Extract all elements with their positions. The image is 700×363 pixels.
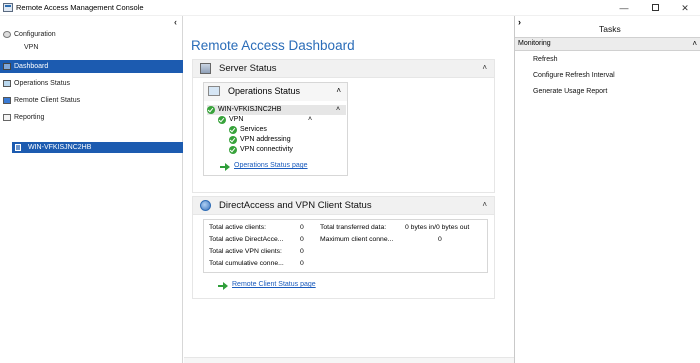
vpn-label: VPN: [229, 116, 244, 123]
gear-icon: [3, 31, 11, 38]
expand-icon[interactable]: ›: [518, 17, 521, 27]
stat-label: Total active VPN clients:: [209, 248, 282, 255]
collapse-icon[interactable]: ˄: [692, 39, 697, 48]
report-icon: [3, 114, 11, 121]
nav-item-label: VPN: [24, 44, 39, 51]
nav-item-label: Operations Status: [14, 80, 71, 87]
server-icon: [15, 144, 21, 151]
operations-status-link[interactable]: Operations Status page: [234, 162, 308, 169]
nav-item-dashboard[interactable]: Dashboard: [0, 60, 183, 73]
collapse-nav-icon[interactable]: ‹: [174, 17, 177, 27]
ok-status-icon: [218, 116, 226, 124]
nav-item-label: Configuration: [14, 31, 56, 38]
server-name: WIN-VFKISJNC2HB: [218, 106, 282, 113]
maximize-icon: [651, 4, 659, 11]
task-refresh[interactable]: Refresh: [533, 56, 558, 63]
tasks-title: Tasks: [599, 24, 621, 34]
stat-value: 0: [300, 248, 304, 255]
task-generate-usage-report[interactable]: Generate Usage Report: [533, 88, 607, 95]
nav-item-label: Reporting: [14, 114, 45, 121]
operations-status-panel: Operations Status ˄ WIN-VFKISJNC2HB ˄ VP…: [203, 82, 348, 176]
stat-label: Total cumulative conne...: [209, 260, 284, 267]
component-row: VPN addressing: [229, 135, 329, 145]
window-title: Remote Access Management Console: [16, 3, 144, 12]
dashboard-pane: Remote Access Dashboard Server Status ˄ …: [184, 16, 514, 363]
collapse-icon[interactable]: ˄: [336, 105, 340, 115]
component-label: VPN addressing: [240, 136, 291, 143]
clients-icon: [3, 97, 11, 104]
tasks-pane: › Tasks Monitoring ˄ Refresh Configure R…: [514, 16, 700, 363]
client-status-card: DirectAccess and VPN Client Status ˄ Tot…: [192, 196, 495, 299]
component-row: Services: [229, 125, 329, 135]
stat-value: 0: [300, 236, 304, 243]
nav-item-reporting[interactable]: Reporting: [0, 111, 183, 124]
nav-item-label: Dashboard: [14, 63, 49, 70]
nav-item-remote-client-status[interactable]: Remote Client Status: [0, 94, 183, 107]
ok-status-icon: [229, 146, 237, 154]
arrow-right-icon: [218, 282, 228, 290]
app-icon: [3, 3, 13, 12]
server-node-label: WIN-VFKISJNC2HB: [28, 144, 92, 151]
component-row: VPN connectivity: [229, 145, 329, 155]
operations-status-header: Operations Status ˄: [204, 83, 347, 101]
client-stats-panel: Total active clients: 0 Total active Dir…: [203, 219, 488, 273]
remote-client-status-link[interactable]: Remote Client Status page: [232, 281, 316, 288]
server-status-title: Server Status: [219, 63, 277, 74]
nav-item-configuration[interactable]: Configuration: [0, 28, 183, 41]
globe-icon: [200, 200, 211, 211]
close-button[interactable]: ✕: [670, 0, 700, 16]
stat-label: Total active clients:: [209, 224, 267, 231]
title-bar: Remote Access Management Console — ✕: [0, 0, 700, 16]
nav-item-vpn[interactable]: VPN: [0, 41, 183, 54]
server-node[interactable]: WIN-VFKISJNC2HB: [12, 142, 183, 153]
client-status-header: DirectAccess and VPN Client Status ˄: [193, 197, 494, 215]
stat-label: Maximum client conne...: [320, 236, 394, 243]
nav-item-operations-status[interactable]: Operations Status: [0, 77, 183, 90]
horizontal-scrollbar[interactable]: [184, 357, 514, 363]
ok-status-icon: [207, 106, 215, 114]
client-status-title: DirectAccess and VPN Client Status: [219, 200, 372, 211]
navigation-pane: ‹ Configuration VPN Dashboard Operations…: [0, 16, 183, 363]
stat-value: 0 bytes in/0 bytes out: [405, 224, 470, 231]
stat-value: 0: [438, 236, 442, 243]
component-label: Services: [240, 126, 267, 133]
ok-status-icon: [229, 126, 237, 134]
page-title: Remote Access Dashboard: [191, 38, 355, 53]
server-status-card: Server Status ˄ Operations Status ˄ WIN-…: [192, 59, 495, 193]
vertical-scrollbar[interactable]: [497, 16, 514, 363]
operations-icon: [208, 86, 220, 96]
collapse-icon[interactable]: ˄: [482, 63, 487, 72]
server-row[interactable]: WIN-VFKISJNC2HB ˄: [207, 105, 346, 115]
server-icon: [200, 63, 211, 74]
ok-status-icon: [229, 136, 237, 144]
operations-icon: [3, 80, 11, 87]
collapse-icon[interactable]: ˄: [308, 115, 312, 125]
stat-value: 0: [300, 224, 304, 231]
maximize-button[interactable]: [640, 0, 670, 16]
vpn-row[interactable]: VPN ˄: [218, 115, 344, 125]
stat-label: Total active DirectAcce...: [209, 236, 284, 243]
arrow-right-icon: [220, 163, 230, 171]
nav-item-label: Remote Client Status: [14, 97, 81, 104]
dashboard-icon: [3, 63, 11, 70]
stat-label: Total transferred data:: [320, 224, 387, 231]
operations-status-title: Operations Status: [228, 86, 301, 96]
monitoring-section[interactable]: Monitoring ˄: [515, 37, 700, 51]
collapse-icon[interactable]: ˄: [336, 86, 341, 95]
task-configure-refresh-interval[interactable]: Configure Refresh Interval: [533, 72, 615, 79]
section-label: Monitoring: [518, 40, 551, 47]
collapse-icon[interactable]: ˄: [482, 200, 487, 209]
stat-value: 0: [300, 260, 304, 267]
server-status-header: Server Status ˄: [193, 60, 494, 78]
minimize-button[interactable]: —: [609, 0, 639, 16]
component-label: VPN connectivity: [240, 146, 293, 153]
